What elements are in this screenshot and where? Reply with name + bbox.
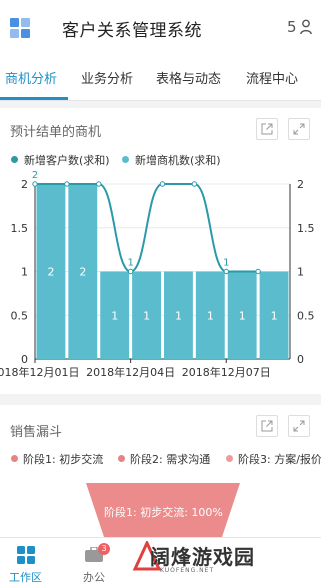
tab-tables-and-activity[interactable]: 表格与动态 [156, 68, 221, 87]
legend-stage2[interactable]: 阶段2: 需求沟通 [130, 451, 210, 467]
bar-value-label: 1 [271, 309, 278, 322]
line-point [64, 181, 70, 187]
bar-value-label: 2 [47, 266, 54, 279]
line-point [191, 181, 198, 187]
nav-workspace[interactable]: 工作区 [0, 538, 55, 585]
line-point [127, 268, 134, 275]
card-title: 预计结单的商机 [10, 125, 102, 140]
y2-tick-label: 1 [297, 266, 304, 279]
user-icon[interactable] [300, 19, 314, 35]
bar-value-label: 2 [79, 266, 86, 279]
legend-dot-stage1 [11, 455, 18, 462]
nav-office-label: 办公 [83, 571, 105, 584]
open-external-button[interactable] [256, 118, 278, 140]
legend-dot-opportunities [122, 156, 129, 163]
active-tab-indicator [0, 97, 68, 100]
legend-customers[interactable]: 新增客户数(求和) [24, 152, 110, 168]
y-tick-label: 0.5 [11, 309, 29, 322]
legend-dot-customers [11, 156, 18, 163]
line-point [32, 181, 38, 187]
watermark-text: 阔烽游戏园 [150, 545, 255, 569]
line-point-label: 1 [223, 258, 229, 269]
card-title: 销售漏斗 [10, 425, 63, 440]
expand-icon [293, 123, 305, 135]
y-tick-label: 1 [21, 266, 28, 279]
nav-office[interactable]: 3 办公 [70, 538, 125, 585]
user-count[interactable]: 5 [287, 18, 297, 36]
opportunity-forecast-card: 预计结单的商机 新增客户数(求和) 新增商机数(求和) 0 0 0.5 0.5 1 1 1.… [0, 108, 321, 394]
y-tick-label: 0 [21, 353, 28, 366]
external-link-icon [261, 420, 273, 432]
combo-chart: 000.50.5111.51.522221111112112018年12月01日… [0, 170, 315, 379]
x-tick-label: 2018年12月04日 [86, 365, 175, 379]
line-point-label: 2 [32, 170, 38, 181]
tab-business-analysis[interactable]: 业务分析 [81, 68, 133, 87]
fullscreen-button[interactable] [288, 118, 310, 140]
notification-badge: 3 [98, 543, 110, 555]
line-point [159, 181, 166, 187]
sales-funnel-card: 销售漏斗 阶段1: 初步交流 阶段2: 需求沟通 阶段3: 方案/报价 阶段1:… [0, 405, 321, 537]
bar-value-label: 1 [143, 309, 150, 322]
tab-process-center[interactable]: 流程中心 [246, 68, 298, 87]
bar-value-label: 1 [239, 309, 246, 322]
y2-tick-label: 1.5 [297, 222, 315, 235]
y2-tick-label: 0 [297, 353, 304, 366]
watermark-subtext: KUOFENG.NET [160, 567, 215, 574]
tab-opportunity-analysis[interactable]: 商机分析 [5, 68, 57, 87]
app-header: 客户关系管理系统 5 [0, 0, 321, 56]
app-logo-icon[interactable] [10, 18, 30, 38]
app-title: 客户关系管理系统 [62, 21, 202, 41]
y2-tick-label: 0.5 [297, 309, 315, 322]
expand-icon [293, 420, 305, 432]
tab-bar: 商机分析 业务分析 表格与动态 流程中心 [0, 56, 321, 101]
nav-workspace-label: 工作区 [9, 571, 42, 584]
x-tick-label: 2018年12月07日 [182, 365, 271, 379]
y2-tick-label: 2 [297, 178, 304, 191]
line-point-label: 1 [127, 258, 133, 269]
legend-dot-stage3 [226, 455, 233, 462]
y-tick-label: 1.5 [11, 222, 29, 235]
legend-opportunities[interactable]: 新增商机数(求和) [135, 152, 221, 168]
open-external-button[interactable] [256, 415, 278, 437]
legend-dot-stage2 [118, 455, 125, 462]
external-link-icon [261, 123, 273, 135]
line-point [96, 181, 102, 187]
line-point [223, 268, 229, 275]
x-tick-label: 2018年12月01日 [0, 365, 80, 379]
bar-value-label: 1 [207, 309, 214, 322]
legend-stage3[interactable]: 阶段3: 方案/报价 [238, 451, 321, 467]
grid-icon [17, 546, 35, 564]
funnel-stage-1-label: 阶段1: 初步交流: 100% [104, 506, 223, 519]
legend-stage1[interactable]: 阶段1: 初步交流 [23, 451, 103, 467]
y-tick-label: 2 [21, 178, 28, 191]
bar-value-label: 1 [175, 309, 182, 322]
fullscreen-button[interactable] [288, 415, 310, 437]
bar-value-label: 1 [111, 309, 118, 322]
line-point [255, 268, 261, 275]
